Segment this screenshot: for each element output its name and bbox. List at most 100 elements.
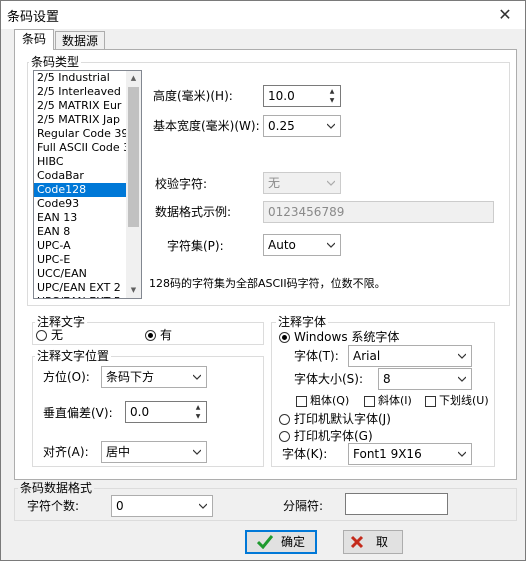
base-width-value: 0.25	[268, 119, 295, 133]
height-value: 10.0	[268, 89, 295, 103]
italic-label[interactable]: 斜体(I)	[378, 393, 412, 409]
format-example-label: 数据格式示例:	[155, 205, 232, 219]
check-char-label: 校验字符:	[155, 177, 208, 191]
list-item[interactable]: UPC/EAN EXT 2	[34, 281, 141, 295]
close-button[interactable]: ✕	[485, 1, 525, 29]
list-item[interactable]: 2/5 MATRIX Jap	[34, 113, 141, 127]
comment-position-group-label: 注释文字位置	[35, 349, 112, 363]
position-select[interactable]: 条码下方	[101, 366, 207, 388]
font-select[interactable]: Arial	[348, 345, 472, 367]
height-label: 高度(毫米)(H):	[153, 89, 233, 103]
title-bar: 条码设置 ✕	[1, 1, 525, 29]
comment-yes-label[interactable]: 有	[160, 327, 172, 343]
format-example-value: 0123456789	[268, 205, 345, 219]
list-item[interactable]: UPC-A	[34, 239, 141, 253]
comment-yes-radio[interactable]	[145, 330, 156, 341]
check-char-select[interactable]: 无	[263, 172, 341, 194]
format-example-field: 0123456789	[263, 201, 494, 223]
font-value: Arial	[353, 349, 381, 363]
comment-none-radio[interactable]	[36, 330, 47, 341]
vertical-offset-input[interactable]: 0.0 ▲ ▼	[125, 401, 207, 423]
printer-default-font-radio[interactable]	[279, 414, 290, 425]
tab-data-source[interactable]: 数据源	[55, 31, 105, 50]
charset-value: Auto	[268, 238, 296, 252]
list-item[interactable]: 2/5 MATRIX Eur	[34, 99, 141, 113]
bold-checkbox[interactable]	[296, 396, 307, 407]
cancel-x-icon	[350, 535, 364, 549]
base-width-select[interactable]: 0.25	[263, 115, 341, 137]
vertical-offset-spinner[interactable]: ▲ ▼	[191, 403, 205, 421]
chevron-down-icon	[327, 242, 335, 248]
list-item[interactable]: HIBC	[34, 155, 141, 169]
list-item[interactable]: Code128	[34, 183, 141, 197]
align-label: 对齐(A):	[43, 445, 89, 459]
check-icon	[257, 535, 273, 549]
list-item[interactable]: 2/5 Industrial	[34, 71, 141, 85]
comment-font-group-label: 注释字体	[276, 315, 329, 329]
list-item[interactable]: UCC/EAN	[34, 267, 141, 281]
chevron-down-icon	[199, 503, 207, 509]
scroll-up-icon[interactable]: ▲	[126, 71, 141, 86]
chevron-down-icon	[458, 353, 466, 359]
windows-font-radio[interactable]	[279, 332, 290, 343]
tab-barcode[interactable]: 条码	[14, 29, 54, 50]
base-width-label: 基本宽度(毫米)(W):	[153, 119, 260, 133]
bold-label[interactable]: 粗体(Q)	[310, 393, 349, 409]
separator-input[interactable]	[345, 493, 448, 515]
font-size-label: 字体大小(S):	[294, 372, 364, 386]
chevron-down-icon	[193, 449, 201, 455]
height-spinner[interactable]: ▲ ▼	[325, 87, 339, 105]
height-input[interactable]: 10.0 ▲ ▼	[263, 85, 341, 107]
spin-down-icon[interactable]: ▼	[325, 96, 339, 105]
charset-note: 128码的字符集为全部ASCII码字符，位数不限。	[149, 277, 386, 290]
barcode-type-list[interactable]: 2/5 Industrial 2/5 Interleaved 2/5 MATRIX …	[33, 70, 142, 299]
list-item[interactable]: CodaBar	[34, 169, 141, 183]
list-item[interactable]: Regular Code 39	[34, 127, 141, 141]
cancel-button-label: 取	[376, 535, 389, 549]
charset-label: 字符集(P):	[167, 239, 224, 253]
printer-font-select[interactable]: Font1 9X16	[348, 443, 472, 465]
scroll-down-icon[interactable]: ▼	[126, 283, 141, 298]
font-size-select[interactable]: 8	[378, 368, 472, 390]
check-char-value: 无	[268, 176, 281, 190]
ok-button-label: 确定	[281, 535, 306, 549]
cancel-button[interactable]: 取	[343, 530, 403, 554]
font-label: 字体(T):	[294, 349, 339, 363]
list-item[interactable]: UPC/EAN EXT 5	[34, 295, 141, 298]
char-count-label: 字符个数:	[27, 499, 80, 513]
chevron-down-icon	[458, 376, 466, 382]
underline-label[interactable]: 下划线(U)	[439, 393, 489, 409]
list-item[interactable]: UPC-E	[34, 253, 141, 267]
list-item[interactable]: Code93	[34, 197, 141, 211]
printer-default-font-label[interactable]: 打印机默认字体(J)	[294, 411, 391, 427]
vertical-offset-value: 0.0	[130, 405, 150, 419]
printer-font-label[interactable]: 打印机字体(G)	[294, 428, 373, 444]
list-item[interactable]: EAN 8	[34, 225, 141, 239]
windows-font-label[interactable]: Windows 系统字体	[294, 329, 399, 345]
printer-font-radio[interactable]	[279, 431, 290, 442]
spin-down-icon[interactable]: ▼	[191, 412, 205, 421]
position-value: 条码下方	[106, 370, 155, 384]
list-item[interactable]: Full ASCII Code 39	[34, 141, 141, 155]
separator-label: 分隔符:	[283, 499, 324, 513]
comment-none-label[interactable]: 无	[51, 327, 63, 343]
printer-font-select-label: 字体(K):	[282, 447, 328, 461]
chevron-down-icon	[193, 374, 201, 380]
spin-up-icon[interactable]: ▲	[191, 403, 205, 412]
charset-select[interactable]: Auto	[263, 234, 341, 256]
italic-checkbox[interactable]	[364, 396, 375, 407]
ok-button[interactable]: 确定	[245, 530, 317, 554]
scroll-thumb[interactable]	[128, 87, 139, 227]
list-item[interactable]: 2/5 Interleaved	[34, 85, 141, 99]
char-count-select[interactable]: 0	[111, 495, 213, 517]
underline-checkbox[interactable]	[425, 396, 436, 407]
list-scrollbar[interactable]: ▲ ▼	[126, 71, 141, 298]
window-title: 条码设置	[7, 10, 60, 25]
chevron-down-icon	[327, 180, 335, 186]
position-label: 方位(O):	[43, 370, 90, 384]
barcode-type-group-label: 条码类型	[29, 55, 82, 69]
spin-up-icon[interactable]: ▲	[325, 87, 339, 96]
align-value: 居中	[106, 445, 131, 459]
list-item[interactable]: EAN 13	[34, 211, 141, 225]
align-select[interactable]: 居中	[101, 441, 207, 463]
